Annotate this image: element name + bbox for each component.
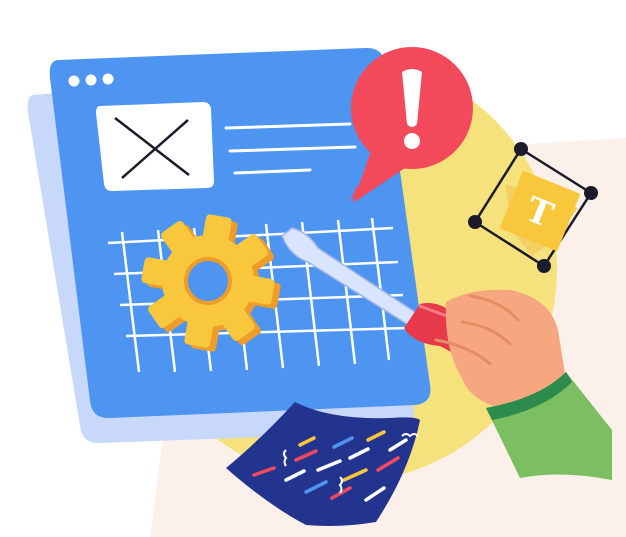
design-illustration: T	[27, 47, 626, 537]
image-placeholder-icon	[96, 102, 214, 191]
